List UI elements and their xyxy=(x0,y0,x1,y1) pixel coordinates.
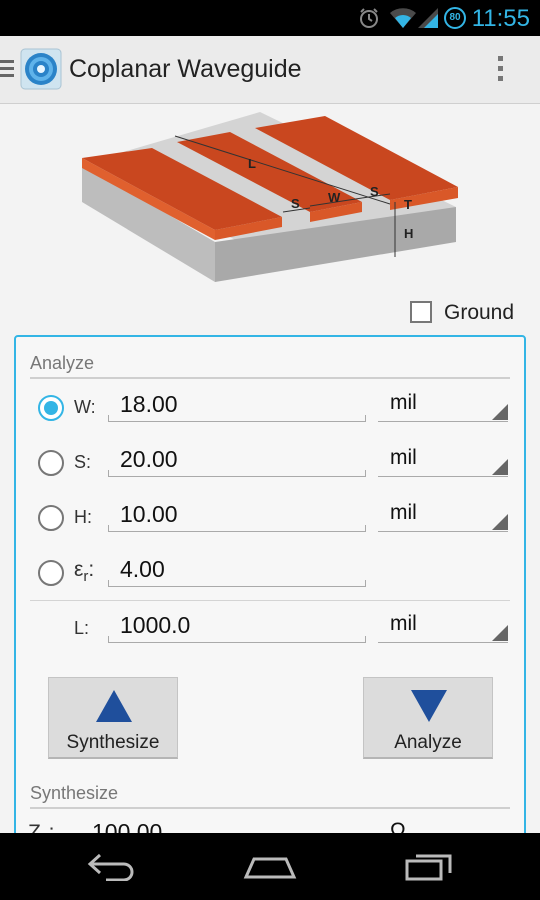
param-w-input[interactable]: 18.00 xyxy=(108,388,366,422)
ground-checkbox[interactable] xyxy=(410,301,432,323)
cpw-diagram: L S W S T H xyxy=(82,112,458,282)
back-icon[interactable] xyxy=(86,851,138,881)
analyze-panel: Analyze W: 18.00 mil S: 20.00 mil H: 10.… xyxy=(14,335,526,833)
param-h-unit-select[interactable]: mil xyxy=(378,498,508,532)
analyze-section-title: Analyze xyxy=(30,353,95,373)
param-w-label: W: xyxy=(74,397,96,417)
diagram-label-thickness: T xyxy=(404,197,412,212)
param-er-label-main: ε xyxy=(74,558,84,581)
dropdown-arrow-icon xyxy=(492,459,508,475)
synthesize-section-divider xyxy=(30,807,510,809)
synthesize-button[interactable]: Synthesize xyxy=(48,677,178,759)
param-w-unit: mil xyxy=(390,391,417,414)
param-er-radio[interactable] xyxy=(38,560,64,586)
app-title: Coplanar Waveguide xyxy=(69,55,302,83)
battery-icon: 80 xyxy=(444,7,466,29)
status-time: 11:55 xyxy=(471,5,530,32)
status-bar: 80 11:55 xyxy=(0,0,540,36)
param-row-l: L: 1000.0 mil xyxy=(16,604,524,654)
signal-icon xyxy=(418,8,438,28)
dropdown-arrow-icon xyxy=(492,404,508,420)
result-z0-value: 100.00 xyxy=(92,819,163,833)
param-s-unit-select[interactable]: mil xyxy=(378,443,508,477)
ground-label: Ground xyxy=(444,301,515,324)
result-row-z0: Z0: 100.00 Ω xyxy=(16,815,524,833)
diagram-label-height: H xyxy=(404,226,413,241)
overflow-menu-icon[interactable] xyxy=(498,56,504,86)
wifi-icon xyxy=(390,8,416,28)
param-l-label: L: xyxy=(74,618,90,638)
param-row-s: S: 20.00 mil xyxy=(16,438,524,488)
battery-level: 80 xyxy=(449,12,461,23)
arrow-up-icon xyxy=(96,690,132,722)
length-divider xyxy=(30,600,510,601)
param-l-input[interactable]: 1000.0 xyxy=(108,609,366,643)
param-row-h: H: 10.00 mil xyxy=(16,493,524,543)
param-row-er: εr: 4.00 xyxy=(16,548,524,598)
diagram-label-gap-right: S xyxy=(370,184,379,199)
param-l-unit-select[interactable]: mil xyxy=(378,609,508,643)
action-bar: Coplanar Waveguide xyxy=(0,36,540,104)
synthesize-button-label: Synthesize xyxy=(66,732,160,753)
param-s-radio[interactable] xyxy=(38,450,64,476)
param-s-unit: mil xyxy=(390,446,417,469)
param-er-input[interactable]: 4.00 xyxy=(108,553,366,587)
param-er-label: εr: xyxy=(74,558,94,585)
main-content: L S W S T H Ground Analyze W: 18.00 mil … xyxy=(0,104,540,833)
diagram-label-gap-left: S xyxy=(291,196,300,211)
result-z0-label: Z0: xyxy=(28,821,54,833)
analyze-button-label: Analyze xyxy=(394,732,462,753)
param-w-unit-select[interactable]: mil xyxy=(378,388,508,422)
param-h-unit: mil xyxy=(390,501,417,524)
home-icon[interactable] xyxy=(242,851,298,881)
alarm-icon xyxy=(360,8,378,28)
result-z0-label-main: Z xyxy=(28,821,41,833)
param-h-input[interactable]: 10.00 xyxy=(108,498,366,532)
recent-apps-icon[interactable] xyxy=(404,851,454,881)
analyze-section-divider xyxy=(30,377,510,379)
result-z0-label-colon: : xyxy=(48,821,55,833)
param-s-label: S: xyxy=(74,452,92,472)
diagram-label-length: L xyxy=(248,156,256,171)
navigation-bar xyxy=(0,833,540,900)
diagram-label-width: W xyxy=(328,190,341,205)
arrow-down-icon xyxy=(411,690,447,722)
result-z0-unit: Ω xyxy=(390,819,406,833)
param-row-w: W: 18.00 mil xyxy=(16,383,524,433)
param-l-unit: mil xyxy=(390,612,417,635)
dropdown-arrow-icon xyxy=(492,514,508,530)
dropdown-arrow-icon xyxy=(492,625,508,641)
synthesize-section-title: Synthesize xyxy=(30,783,119,803)
param-h-label: H: xyxy=(74,507,92,527)
param-h-radio[interactable] xyxy=(38,505,64,531)
analyze-button[interactable]: Analyze xyxy=(363,677,493,759)
param-s-input[interactable]: 20.00 xyxy=(108,443,366,477)
param-er-label-colon: : xyxy=(88,558,95,581)
app-icon[interactable] xyxy=(20,48,62,90)
drawer-icon[interactable] xyxy=(0,60,14,81)
param-w-radio[interactable] xyxy=(38,395,64,421)
